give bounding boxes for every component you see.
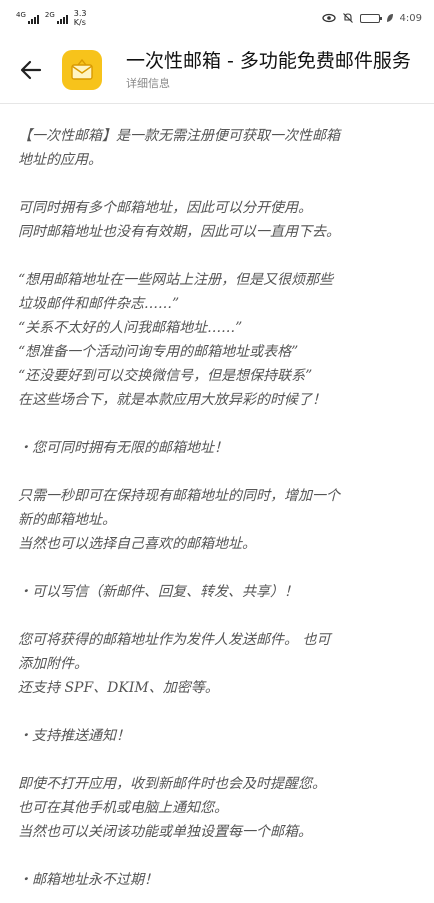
speed-value: 3.3 <box>73 9 87 18</box>
speed-unit: K/s <box>73 18 86 27</box>
description-line: “想准备一个活动问询专用的邮箱地址或表格” <box>18 344 299 360</box>
description-line: 可同时拥有多个邮箱地址，因此可以分开使用。 <box>18 200 312 216</box>
page-title: 一次性邮箱 - 多功能免费邮件服务 <box>126 49 411 72</box>
signal-2g-icon: 2G <box>45 12 68 24</box>
network-speed: 3.3 K/s <box>74 9 87 27</box>
battery-icon <box>359 13 382 23</box>
app-titles: 一次性邮箱 - 多功能免费邮件服务 详细信息 <box>126 48 411 92</box>
description-line: ・您可同时拥有无限的邮箱地址！ <box>18 440 228 456</box>
description-line: 也可在其他手机或电脑上通知您。 <box>18 800 228 816</box>
app-mail-icon <box>62 49 102 90</box>
description-line: 地址的应用。 <box>18 152 102 168</box>
envelope-icon <box>71 58 93 80</box>
back-arrow-icon <box>20 60 42 79</box>
description-line: ・邮箱地址永不过期！ <box>18 872 158 888</box>
status-bar: 4G 2G 3.3 K/s 4:09 <box>0 0 434 36</box>
signal-4g-label: 4G <box>16 11 26 19</box>
status-left: 4G 2G 3.3 K/s <box>16 9 87 27</box>
description-line: 当然也可以关闭该功能或单独设置每一个邮箱。 <box>18 824 312 840</box>
mute-bell-icon <box>342 13 353 23</box>
description-paragraph: 您可将获得的邮箱地址作为发件人发送邮件。 也可 添加附件。 还支持 SPF、DK… <box>18 628 416 700</box>
description-line: 您可将获得的邮箱地址作为发件人发送邮件。 也可 <box>18 632 331 648</box>
description-line: 新的邮箱地址。 <box>18 512 116 528</box>
description-line: 只需一秒即可在保持现有邮箱地址的同时，增加一个 <box>18 488 340 504</box>
description-line: 在这些场合下，就是本款应用大放异彩的时候了！ <box>18 392 326 408</box>
description-line: “想用邮箱地址在一些网站上注册，但是又很烦那些 <box>18 272 334 288</box>
feature-heading: ・邮箱地址永不过期！ <box>18 868 416 892</box>
description-line: “关系不太好的人问我邮箱地址……” <box>18 320 243 336</box>
back-button[interactable] <box>0 36 62 104</box>
clock-time: 4:09 <box>399 12 422 24</box>
description-line: “还没要好到可以交换微信号，但是想保持联系” <box>18 368 313 384</box>
description-line: 同时邮箱地址也没有有效期，因此可以一直用下去。 <box>18 224 340 240</box>
description-line: 添加附件。 <box>18 656 88 672</box>
page-subtitle: 详细信息 <box>126 76 170 90</box>
description-paragraph: 可同时拥有多个邮箱地址，因此可以分开使用。 同时邮箱地址也没有有效期，因此可以一… <box>18 196 416 244</box>
description-content: 【一次性邮箱】是一款无需注册便可获取一次性邮箱 地址的应用。 可同时拥有多个邮箱… <box>0 104 434 903</box>
description-line: 还支持 SPF、DKIM、加密等。 <box>18 680 219 696</box>
description-line: 垃圾邮件和邮件杂志……” <box>18 296 180 312</box>
description-paragraph: 只需一秒即可在保持现有邮箱地址的同时，增加一个 新的邮箱地址。 当然也可以选择自… <box>18 484 416 556</box>
feature-heading: ・支持推送通知！ <box>18 724 416 748</box>
description-line: ・可以写信（新邮件、回复、转发、共享）！ <box>18 584 298 600</box>
description-line: ・支持推送通知！ <box>18 728 130 744</box>
status-right: 4:09 <box>321 12 422 24</box>
signal-4g-icon: 4G <box>16 12 39 24</box>
feature-heading: ・可以写信（新邮件、回复、转发、共享）！ <box>18 580 416 604</box>
leaf-icon <box>386 14 393 22</box>
description-line: 当然也可以选择自己喜欢的邮箱地址。 <box>18 536 256 552</box>
app-bar: 一次性邮箱 - 多功能免费邮件服务 详细信息 <box>0 36 434 104</box>
description-paragraph: 即使不打开应用，收到新邮件时也会及时提醒您。 也可在其他手机或电脑上通知您。 当… <box>18 772 416 844</box>
description-paragraph: 【一次性邮箱】是一款无需注册便可获取一次性邮箱 地址的应用。 <box>18 124 416 172</box>
feature-heading: ・您可同时拥有无限的邮箱地址！ <box>18 436 416 460</box>
eye-comfort-icon <box>321 13 336 23</box>
signal-2g-label: 2G <box>44 11 55 19</box>
description-paragraph: “想用邮箱地址在一些网站上注册，但是又很烦那些 垃圾邮件和邮件杂志……” “关系… <box>18 268 416 412</box>
description-line: 即使不打开应用，收到新邮件时也会及时提醒您。 <box>18 776 326 792</box>
description-line: 【一次性邮箱】是一款无需注册便可获取一次性邮箱 <box>18 128 340 144</box>
